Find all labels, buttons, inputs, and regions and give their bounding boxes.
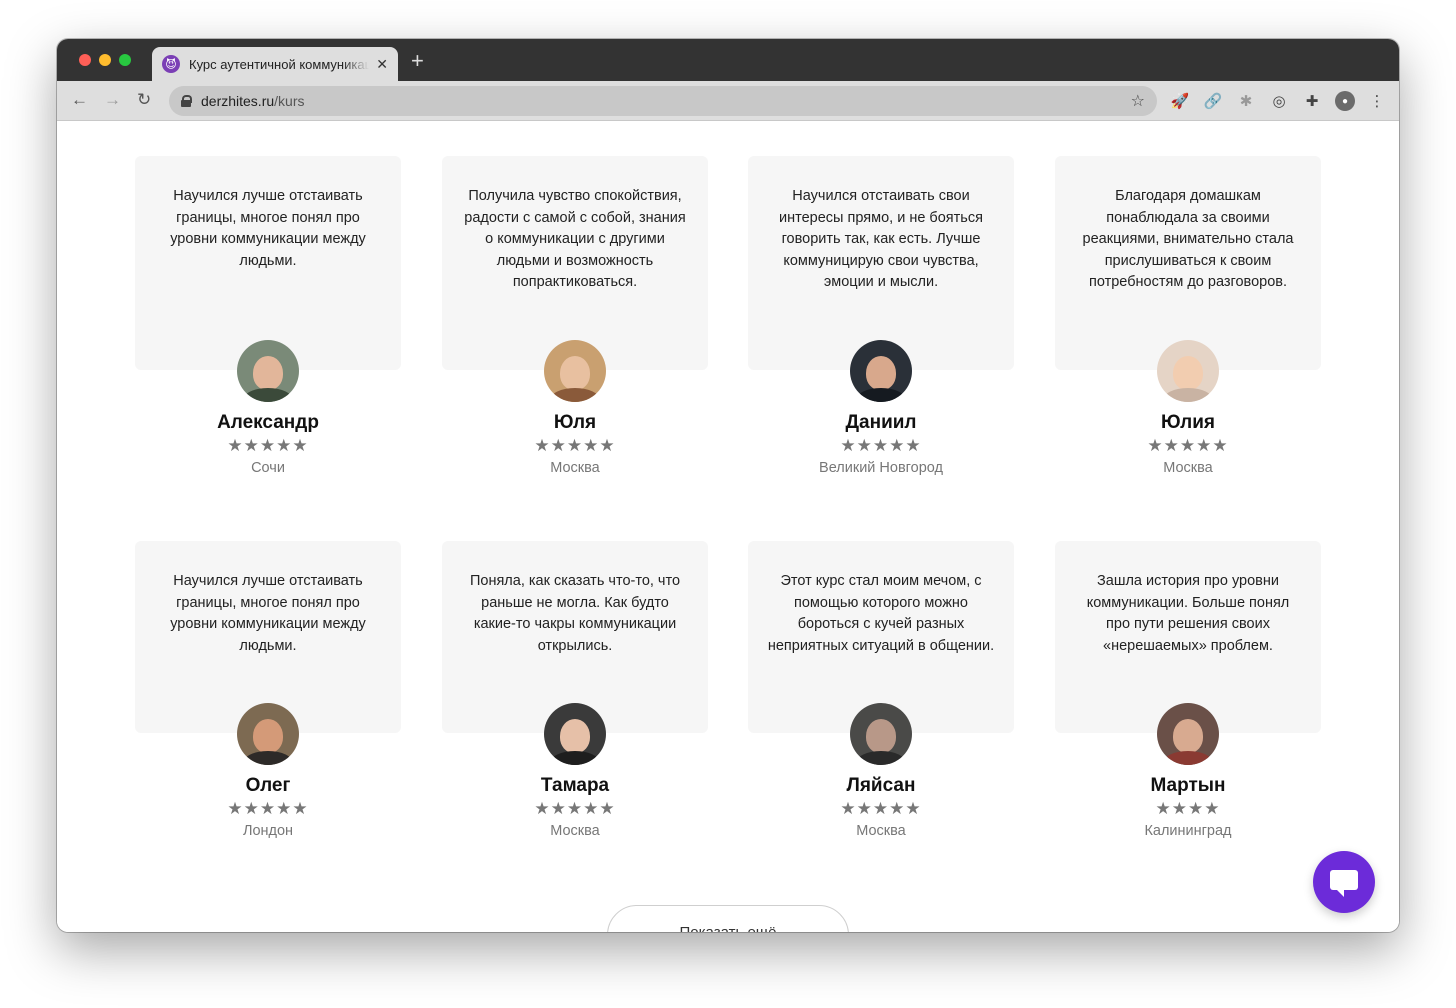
reviewer-city: Москва: [550, 460, 600, 476]
avatar: [1157, 703, 1219, 765]
minimize-window-button[interactable]: [99, 54, 111, 66]
new-tab-button[interactable]: +: [411, 50, 424, 72]
url-domain: derzhites.ru: [201, 93, 275, 109]
reviewer-city: Москва: [1163, 460, 1213, 476]
reviewer-city: Москва: [856, 823, 906, 839]
review-text: Получила чувство спокойствия, радости с …: [464, 188, 686, 291]
lock-icon: [181, 95, 192, 107]
chat-widget-button[interactable]: [1313, 851, 1375, 913]
link-icon[interactable]: 🔗: [1203, 91, 1223, 111]
reviewer-city: Лондон: [242, 823, 294, 839]
rating-stars: ★★★★★: [840, 799, 922, 818]
close-icon[interactable]: ✕: [376, 56, 388, 73]
extension-target-icon[interactable]: ◎: [1269, 91, 1289, 111]
reviewer-city: Великий Новгород: [819, 460, 943, 476]
puzzle-icon[interactable]: ✚: [1302, 91, 1322, 111]
rating-stars: ★★★★: [1155, 799, 1221, 818]
extension-gear-icon[interactable]: ✱: [1236, 91, 1256, 111]
avatar: [850, 703, 912, 765]
chat-bubble-icon: [1330, 870, 1358, 897]
rating-stars: ★★★★★: [840, 436, 922, 455]
reload-icon[interactable]: ↻: [137, 90, 151, 110]
review-card: Благодаря домашкам понаблюдала за своими…: [1055, 156, 1321, 370]
maximize-window-button[interactable]: [119, 54, 131, 66]
page-content: Научился лучше отстаивать границы, много…: [57, 122, 1399, 932]
profile-avatar[interactable]: ●: [1335, 91, 1355, 111]
address-bar[interactable]: derzhites.ru/kurs ☆: [169, 86, 1157, 116]
reviewer-city: Сочи: [251, 460, 285, 476]
avatar: [544, 703, 606, 765]
review-text: Научился лучше отстаивать границы, много…: [170, 188, 366, 269]
reviewer-name: Даниил: [845, 412, 917, 433]
rating-stars: ★★★★★: [1147, 436, 1229, 455]
browser-window: 😈 Курс аутентичной коммуникации ✕ + ← → …: [57, 39, 1399, 932]
reviewer-name: Александр: [217, 412, 319, 433]
review-text: Поняла, как сказать что-то, что раньше н…: [469, 573, 681, 654]
avatar: [237, 340, 299, 402]
reviewer-name: Мартын: [1150, 775, 1226, 796]
reviewer-name: Тамара: [540, 775, 610, 796]
review-card: Научился отстаивать свои интересы прямо,…: [748, 156, 1014, 370]
rating-stars: ★★★★★: [534, 799, 616, 818]
back-icon[interactable]: ←: [71, 90, 88, 110]
avatar: [237, 703, 299, 765]
review-text: Этот курс стал моим мечом, с помощью кот…: [767, 573, 995, 654]
review-card: Научился лучше отстаивать границы, много…: [135, 156, 401, 370]
rating-stars: ★★★★★: [227, 799, 309, 818]
url-path: /kurs: [274, 93, 305, 109]
review-text: Благодаря домашкам понаблюдала за своими…: [1082, 188, 1294, 291]
tab-bar: 😈 Курс аутентичной коммуникации ✕ +: [57, 39, 1399, 81]
review-text: Научился лучше отстаивать границы, много…: [170, 573, 366, 654]
rating-stars: ★★★★★: [227, 436, 309, 455]
avatar: [1157, 340, 1219, 402]
reviewer-city: Калининград: [1144, 823, 1232, 839]
review-card: Получила чувство спокойствия, радости с …: [442, 156, 708, 370]
review-text: Зашла история про уровни коммуникации. Б…: [1086, 573, 1290, 654]
tab-title: Курс аутентичной коммуникации: [189, 56, 369, 72]
reviewer-name: Олег: [245, 775, 291, 796]
devil-icon: 😈: [162, 55, 180, 73]
reviewer-city: Москва: [550, 823, 600, 839]
forward-icon[interactable]: →: [104, 90, 121, 110]
bookmark-star-icon[interactable]: ☆: [1131, 91, 1145, 111]
tab-active[interactable]: 😈 Курс аутентичной коммуникации ✕: [152, 47, 398, 81]
reviewer-name: Юля: [553, 412, 597, 433]
close-window-button[interactable]: [79, 54, 91, 66]
menu-dots-icon[interactable]: ⋮: [1367, 91, 1387, 111]
browser-toolbar: ← → ↻ derzhites.ru/kurs ☆ 🚀 🔗 ✱ ◎ ✚ ● ⋮: [57, 81, 1399, 121]
rating-stars: ★★★★★: [534, 436, 616, 455]
avatar: [850, 340, 912, 402]
show-more-button[interactable]: Показать ещё: [607, 905, 849, 932]
avatar: [544, 340, 606, 402]
reviewer-name: Юлия: [1161, 412, 1215, 433]
review-text: Научился отстаивать свои интересы прямо,…: [779, 188, 983, 291]
rocket-icon[interactable]: 🚀: [1170, 91, 1190, 111]
reviewer-name: Ляйсан: [846, 775, 916, 796]
